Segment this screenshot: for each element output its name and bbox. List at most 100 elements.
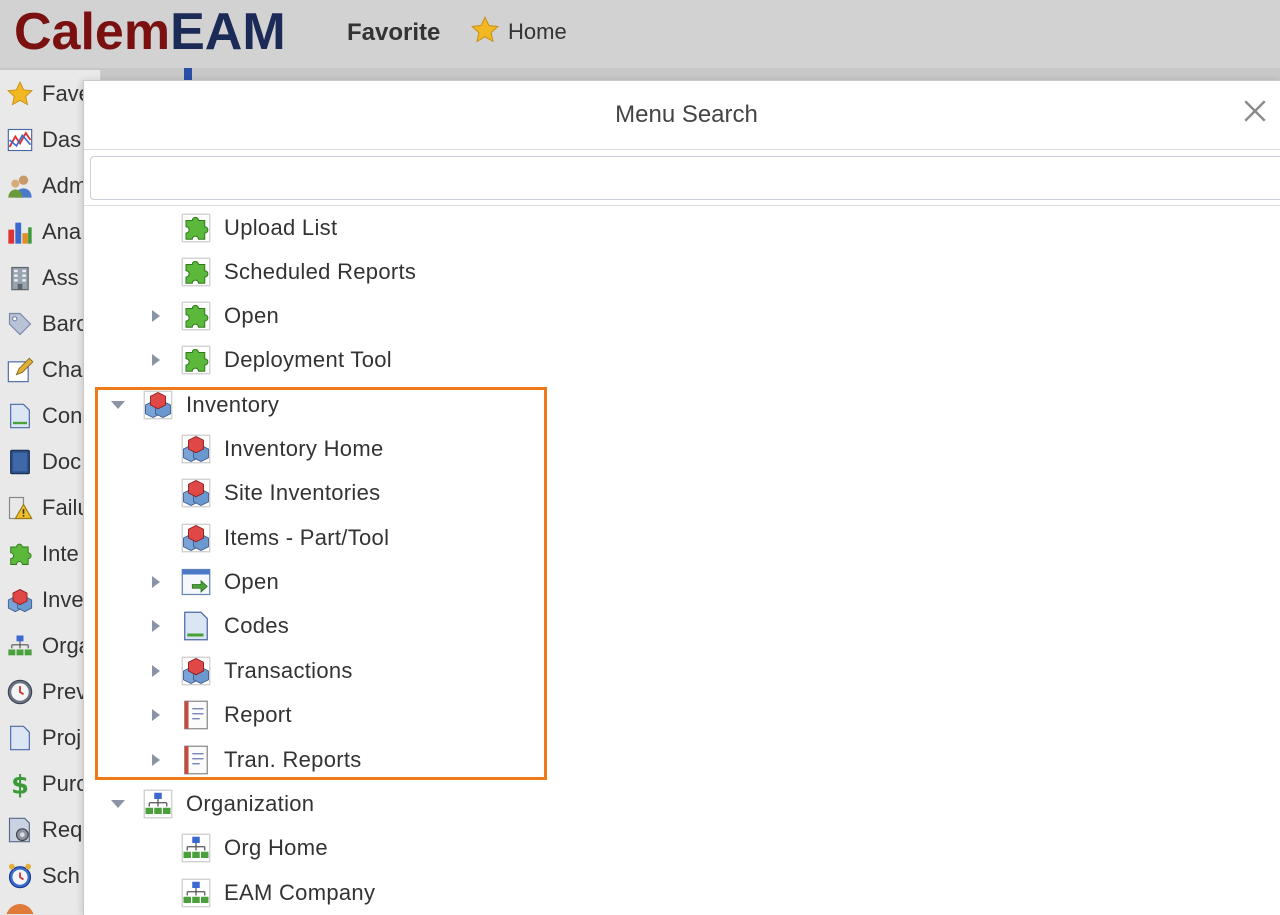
favorite-menu[interactable]: Favorite <box>347 18 440 48</box>
sidebar-item-label: Proj <box>42 725 82 750</box>
app-header: CalemEAM Favorite Home <box>0 0 1280 68</box>
tree-item-report[interactable]: Report <box>148 695 292 735</box>
dollar-icon: $ <box>4 768 36 800</box>
dialog-divider <box>84 149 1280 150</box>
org-chart-icon <box>180 877 212 909</box>
inventory-cubes-icon <box>142 389 174 421</box>
expand-arrow-icon[interactable] <box>148 308 164 324</box>
tree-item-transactions[interactable]: Transactions <box>148 651 353 691</box>
sidebar-item-label: Barc <box>42 311 88 336</box>
tag-icon <box>4 308 36 340</box>
close-button[interactable] <box>1239 97 1271 129</box>
inventory-cubes-icon <box>180 433 212 465</box>
bar-chart-icon <box>4 216 36 248</box>
menu-search-dialog: Menu Search Upload List Scheduled Report… <box>83 80 1280 915</box>
dialog-title: Menu Search <box>615 101 758 128</box>
tree-item-label: Upload List <box>224 215 338 240</box>
tree-item-open-inventory[interactable]: Open <box>148 562 279 602</box>
inventory-cubes-icon <box>180 655 212 687</box>
menu-search-input[interactable] <box>90 156 1280 200</box>
tree-item-scheduled-reports[interactable]: Scheduled Reports <box>180 252 416 292</box>
tree-item-organization[interactable]: Organization <box>110 784 314 824</box>
tree-item-org-home[interactable]: Org Home <box>180 828 328 868</box>
sidebar-item-label: Adm <box>42 173 88 198</box>
tree-item-label: Tran. Reports <box>224 747 362 772</box>
tree-item-open-integration[interactable]: Open <box>148 296 279 336</box>
expand-arrow-icon[interactable] <box>148 752 164 768</box>
request-gear-icon <box>4 814 36 846</box>
sidebar-item-label: Sch <box>42 863 80 888</box>
tree-item-site-inventories[interactable]: Site Inventories <box>180 473 380 513</box>
tree-item-label: Inventory <box>186 392 280 417</box>
warning-icon <box>4 492 36 524</box>
tree-item-label: EAM Company <box>224 880 376 905</box>
sidebar-item-label: Con <box>42 403 83 428</box>
expand-arrow-icon[interactable] <box>148 352 164 368</box>
collapse-arrow-icon[interactable] <box>110 796 126 812</box>
tree-item-items-part-tool[interactable]: Items - Part/Tool <box>180 518 389 558</box>
report-icon <box>180 744 212 776</box>
inventory-cubes-icon <box>180 522 212 554</box>
org-chart-icon <box>142 788 174 820</box>
star-icon <box>470 15 500 50</box>
search-divider <box>84 205 1280 206</box>
users-icon <box>4 170 36 202</box>
expand-arrow-icon[interactable] <box>148 618 164 634</box>
tree-item-deployment-tool[interactable]: Deployment Tool <box>148 340 392 380</box>
tree-item-label: Items - Part/Tool <box>224 525 390 550</box>
org-chart-icon <box>180 832 212 864</box>
close-icon <box>1242 98 1268 129</box>
logo-text-calem: Calem <box>14 3 171 61</box>
tree-item-label: Scheduled Reports <box>224 259 417 284</box>
tree-item-label: Transactions <box>224 658 353 683</box>
app-logo[interactable]: CalemEAM <box>14 2 286 62</box>
sidebar-item-label: Purc <box>42 771 88 796</box>
sidebar-item-label: Cha <box>42 357 83 382</box>
header-divider <box>0 68 1280 80</box>
sidebar-item-label: Req <box>42 817 83 842</box>
document-icon <box>4 400 36 432</box>
star-icon <box>4 78 36 110</box>
home-link-label: Home <box>508 19 567 44</box>
open-window-icon <box>180 566 212 598</box>
tree-item-label: Codes <box>224 613 290 638</box>
tree-item-tran-reports[interactable]: Tran. Reports <box>148 740 362 780</box>
sidebar-item-label: Inve <box>42 587 84 612</box>
logo-text-eam: EAM <box>170 3 286 61</box>
sidebar-item-label: Inte <box>42 541 79 566</box>
tree-item-label: Deployment Tool <box>224 347 392 372</box>
tree-item-eam-company[interactable]: EAM Company <box>180 873 375 913</box>
building-icon <box>4 262 36 294</box>
sidebar-item-label: Ana <box>42 219 82 244</box>
tree-item-label: Site Inventories <box>224 480 381 505</box>
edit-pencil-icon <box>4 354 36 386</box>
book-icon <box>4 446 36 478</box>
expand-arrow-icon[interactable] <box>148 707 164 723</box>
active-tab-marker <box>184 68 192 80</box>
puzzle-icon <box>180 344 212 376</box>
sidebar-item-label: Das <box>42 127 82 152</box>
inventory-cubes-icon <box>4 584 36 616</box>
org-chart-icon <box>4 630 36 662</box>
inventory-cubes-icon <box>180 477 212 509</box>
clock-icon <box>4 676 36 708</box>
expand-arrow-icon[interactable] <box>148 663 164 679</box>
tree-item-label: Inventory Home <box>224 436 384 461</box>
expand-arrow-icon[interactable] <box>148 574 164 590</box>
home-link[interactable]: Home <box>470 15 567 50</box>
report-icon <box>180 699 212 731</box>
tree-item-codes[interactable]: Codes <box>148 606 289 646</box>
svg-text:$: $ <box>11 770 29 798</box>
tree-item-label: Report <box>224 702 292 727</box>
tree-item-upload-list[interactable]: Upload List <box>180 208 337 248</box>
puzzle-icon <box>180 256 212 288</box>
tree-item-inventory-home[interactable]: Inventory Home <box>180 429 384 469</box>
puzzle-icon <box>180 300 212 332</box>
dashboard-chart-icon <box>4 124 36 156</box>
tree-item-inventory[interactable]: Inventory <box>110 385 279 425</box>
sidebar-item-label: Prev <box>42 679 88 704</box>
tree-item-label: Open <box>224 569 280 594</box>
collapse-arrow-icon[interactable] <box>110 397 126 413</box>
sidebar-partial-icon <box>6 904 34 914</box>
document-icon <box>180 610 212 642</box>
